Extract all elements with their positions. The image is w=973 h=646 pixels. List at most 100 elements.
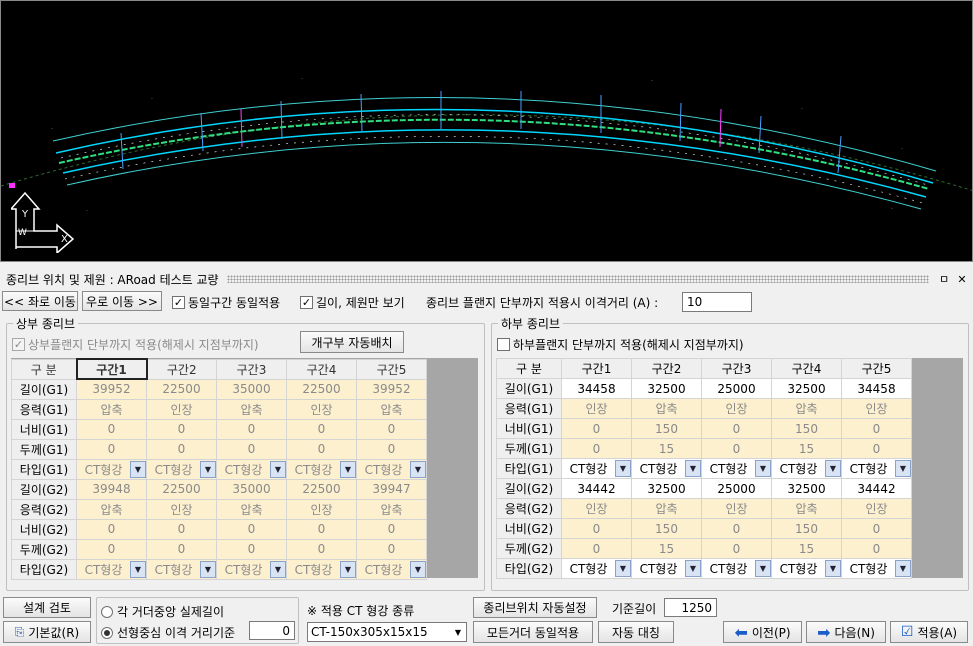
table-cell[interactable]: 0 (356, 518, 427, 540)
table-cell[interactable]: 32500 (631, 378, 702, 399)
type-dropdown[interactable]: CT형강 ▼ (701, 458, 772, 479)
table-cell[interactable]: 0 (701, 418, 772, 439)
table-cell[interactable]: 0 (841, 438, 912, 459)
type-dropdown[interactable]: CT형강 ▼ (216, 558, 287, 580)
dropdown-arrow-icon[interactable]: ▼ (825, 560, 841, 577)
dropdown-arrow-icon[interactable]: ▼ (825, 460, 841, 477)
table-cell[interactable]: 0 (356, 438, 427, 460)
dropdown-arrow-icon[interactable]: ▼ (895, 460, 911, 477)
table-cell[interactable]: 인장 (286, 398, 357, 420)
table-cell[interactable]: 0 (76, 438, 147, 460)
dropdown-arrow-icon[interactable]: ▼ (200, 560, 216, 578)
dropdown-arrow-icon[interactable]: ▼ (130, 460, 146, 478)
dropdown-arrow-icon[interactable]: ▼ (755, 560, 771, 577)
type-dropdown[interactable]: CT형강 ▼ (631, 458, 702, 479)
table-cell[interactable]: 0 (356, 418, 427, 440)
table-cell[interactable]: 35000 (216, 378, 287, 400)
col-header[interactable]: 구간4 (286, 358, 357, 380)
col-header[interactable]: 구간5 (841, 358, 912, 379)
table-cell[interactable]: 150 (771, 418, 842, 439)
table-cell[interactable]: 압축 (356, 398, 427, 420)
auto-rib-position-button[interactable]: 종리브위치 자동설정 (473, 597, 597, 618)
table-cell[interactable]: 22500 (286, 478, 357, 500)
type-dropdown[interactable]: CT형강 ▼ (286, 458, 357, 480)
table-cell[interactable]: 0 (216, 518, 287, 540)
table-cell[interactable]: 0 (841, 538, 912, 559)
type-dropdown[interactable]: CT형강 ▼ (561, 458, 632, 479)
table-cell[interactable]: 0 (701, 438, 772, 459)
col-header[interactable]: 구간2 (631, 358, 702, 379)
table-cell[interactable]: 32500 (771, 478, 842, 499)
type-dropdown[interactable]: CT형강 ▼ (356, 558, 427, 580)
table-cell[interactable]: 25000 (701, 378, 772, 399)
table-cell[interactable]: 압축 (76, 398, 147, 420)
table-cell[interactable]: 32500 (771, 378, 842, 399)
table-cell[interactable]: 0 (356, 538, 427, 560)
table-cell[interactable]: 150 (631, 418, 702, 439)
table-cell[interactable]: 15 (771, 438, 842, 459)
table-cell[interactable]: 압축 (356, 498, 427, 520)
dropdown-arrow-icon[interactable]: ▼ (410, 460, 426, 478)
table-cell[interactable]: 39952 (356, 378, 427, 400)
table-cell[interactable]: 0 (841, 418, 912, 439)
table-cell[interactable]: 압축 (76, 498, 147, 520)
col-header[interactable]: 구간1 (561, 358, 632, 379)
col-header[interactable]: 구간4 (771, 358, 842, 379)
table-cell[interactable]: 22500 (286, 378, 357, 400)
table-cell[interactable]: 35000 (216, 478, 287, 500)
previous-button[interactable]: ⬅ 이전(P) (723, 621, 802, 643)
dropdown-arrow-icon[interactable]: ▼ (200, 460, 216, 478)
col-header[interactable]: 구간2 (146, 358, 217, 380)
table-cell[interactable]: 39952 (76, 378, 147, 400)
type-dropdown[interactable]: CT형강 ▼ (631, 558, 702, 579)
dropdown-arrow-icon[interactable]: ▼ (615, 460, 631, 477)
col-header[interactable]: 구간3 (701, 358, 772, 379)
table-cell[interactable]: 15 (771, 538, 842, 559)
pin-icon[interactable]: ㅁ (937, 271, 951, 287)
table-cell[interactable]: 25000 (701, 478, 772, 499)
type-dropdown[interactable]: CT형강 ▼ (76, 458, 147, 480)
table-cell[interactable]: 인장 (286, 498, 357, 520)
table-cell[interactable]: 인장 (561, 498, 632, 519)
type-dropdown[interactable]: CT형강 ▼ (561, 558, 632, 579)
dropdown-arrow-icon[interactable]: ▼ (685, 560, 701, 577)
type-dropdown[interactable]: CT형강 ▼ (841, 558, 912, 579)
ct-type-combobox[interactable]: CT-150x305x15x15 ▼ (307, 622, 467, 642)
table-cell[interactable]: 0 (286, 418, 357, 440)
table-cell[interactable]: 압축 (216, 398, 287, 420)
table-cell[interactable]: 0 (76, 538, 147, 560)
table-cell[interactable]: 압축 (216, 498, 287, 520)
dropdown-arrow-icon[interactable]: ▼ (340, 560, 356, 578)
base-length-input[interactable]: 1250 (664, 598, 717, 617)
dropdown-arrow-icon[interactable]: ▼ (130, 560, 146, 578)
type-dropdown[interactable]: CT형강 ▼ (771, 558, 842, 579)
upper-flange-checkbox[interactable]: ✓ 상부플랜지 단부까지 적용(해제시 지점부까지) (12, 336, 259, 353)
apply-all-girders-button[interactable]: 모든거더 동일적용 (473, 621, 593, 643)
table-cell[interactable]: 인장 (841, 498, 912, 519)
table-cell[interactable]: 15 (631, 438, 702, 459)
dropdown-arrow-icon[interactable]: ▼ (755, 460, 771, 477)
dropdown-arrow-icon[interactable]: ▼ (685, 460, 701, 477)
table-cell[interactable]: 0 (76, 418, 147, 440)
table-cell[interactable]: 0 (216, 538, 287, 560)
table-cell[interactable]: 39948 (76, 478, 147, 500)
table-cell[interactable]: 압축 (771, 498, 842, 519)
table-cell[interactable]: 0 (146, 538, 217, 560)
table-cell[interactable]: 150 (631, 518, 702, 539)
type-dropdown[interactable]: CT형강 ▼ (146, 458, 217, 480)
table-cell[interactable]: 0 (286, 538, 357, 560)
gap-distance-input[interactable]: 10 (682, 292, 752, 312)
same-section-checkbox[interactable]: ✓ 동일구간 동일적용 (172, 294, 280, 311)
table-cell[interactable]: 22500 (146, 378, 217, 400)
table-cell[interactable]: 0 (146, 438, 217, 460)
table-cell[interactable]: 0 (146, 418, 217, 440)
col-header[interactable]: 구간5 (356, 358, 427, 380)
lower-flange-checkbox[interactable]: 하부플랜지 단부까지 적용(해제시 지점부까지) (497, 336, 744, 353)
table-cell[interactable]: 15 (631, 538, 702, 559)
type-dropdown[interactable]: CT형강 ▼ (356, 458, 427, 480)
table-cell[interactable]: 압축 (771, 398, 842, 419)
table-cell[interactable]: 인장 (841, 398, 912, 419)
table-cell[interactable]: 인장 (561, 398, 632, 419)
table-cell[interactable]: 0 (561, 538, 632, 559)
auto-symmetry-button[interactable]: 자동 대칭 (598, 621, 674, 643)
